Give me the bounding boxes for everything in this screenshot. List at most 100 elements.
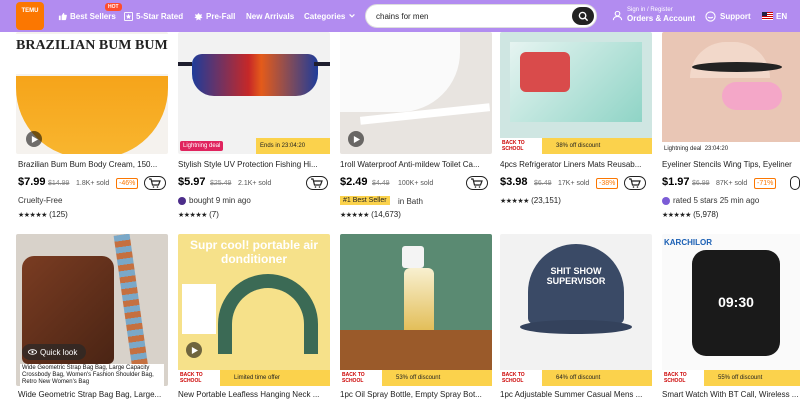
back-to-school-tag: BACK TO SCHOOL <box>500 138 542 154</box>
language-selector[interactable]: EN <box>762 0 787 32</box>
cart-icon <box>471 178 483 188</box>
add-to-cart-button[interactable] <box>624 176 646 190</box>
product-price: $2.49 <box>340 176 368 188</box>
product-image[interactable]: Supr cool! portable air donditioner <box>178 234 330 386</box>
temu-logo[interactable]: TEMU <box>16 2 44 30</box>
avatar <box>178 196 186 205</box>
lightning-deal-badge: Lightning deal <box>180 141 224 151</box>
nav-pre-fall[interactable]: Pre-Fall <box>194 0 235 32</box>
product-price: $1.97 <box>662 176 690 188</box>
product-card[interactable]: Lightning deal 23:04:20 Eyeliner Stencil… <box>662 32 800 227</box>
cart-button-partial[interactable] <box>790 176 800 190</box>
product-card[interactable]: Supr cool! portable air donditioner BACK… <box>178 234 330 400</box>
avatar <box>662 196 670 205</box>
add-to-cart-button[interactable] <box>466 176 488 190</box>
product-title[interactable]: Stylish Style UV Protection Fishing Hi..… <box>178 160 330 169</box>
original-price: $4.49 <box>372 180 390 187</box>
support-link[interactable]: Support <box>705 0 751 32</box>
best-seller-badge: #1 Best Seller <box>340 196 390 205</box>
nav-five-star[interactable]: 5-Star Rated <box>124 0 183 32</box>
original-price: $6.49 <box>534 180 552 187</box>
product-card[interactable]: BACK TO SCHOOL 53% off discount 1pc Oil … <box>340 234 492 400</box>
deal-banner: BACK TO SCHOOL 64% off discount <box>500 370 652 386</box>
deal-banner: BACK TO SCHOOL Limited time offer <box>178 370 330 386</box>
product-title[interactable]: 1pc Adjustable Summer Casual Mens ... <box>500 390 652 399</box>
top-header: TEMU Best Sellers HOT 5-Star Rated Pre-F… <box>0 0 800 32</box>
discount-badge: -46% <box>116 178 139 189</box>
product-image[interactable] <box>500 32 652 154</box>
thumbs-up-icon <box>58 12 67 20</box>
quick-look-overlay: Wide Geometric Strap Bag Bag, Large Capa… <box>20 364 164 386</box>
product-title[interactable]: Brazilian Bum Bum Body Cream, 150... <box>18 160 170 169</box>
cart-icon <box>629 178 641 188</box>
product-title[interactable]: New Portable Leafless Hanging Neck ... <box>178 390 330 399</box>
cart-icon <box>149 178 161 188</box>
back-to-school-tag: BACK TO SCHOOL <box>662 370 704 386</box>
product-title[interactable]: Smart Watch With BT Call, Wireless ... <box>662 390 800 399</box>
quick-look-button[interactable]: Quick look <box>22 344 86 360</box>
product-image[interactable] <box>340 234 492 386</box>
product-card[interactable]: BACK TO SCHOOL 38% off discount 4pcs Ref… <box>500 32 652 227</box>
product-card[interactable]: KARCHILOR 09:30 BACK TO SCHOOL 55% off d… <box>662 234 800 400</box>
add-to-cart-button[interactable] <box>306 176 328 190</box>
hot-badge: HOT <box>105 3 122 11</box>
product-card[interactable]: 1roll Waterproof Anti-mildew Toilet Ca..… <box>340 32 492 227</box>
deal-banner: BACK TO SCHOOL 53% off discount <box>340 370 492 386</box>
lightning-deal-banner: Lightning deal 23:04:20 <box>662 142 800 156</box>
search-input[interactable] <box>376 9 566 24</box>
original-price: $6.99 <box>692 180 710 187</box>
product-image[interactable] <box>340 32 492 154</box>
deal-banner: BACK TO SCHOOL 38% off discount <box>500 138 652 154</box>
product-subtext: in Bath <box>398 197 423 206</box>
back-to-school-tag: BACK TO SCHOOL <box>340 370 382 386</box>
cart-icon <box>311 178 323 188</box>
product-title[interactable]: 4pcs Refrigerator Liners Mats Reusab... <box>500 160 652 169</box>
product-subtext: rated 5 stars 25 min ago <box>662 196 759 205</box>
nav-categories[interactable]: Categories <box>304 0 356 32</box>
support-icon <box>705 10 716 22</box>
product-image[interactable] <box>178 32 330 154</box>
product-subtext: Cruelty-Free <box>18 196 63 205</box>
star-icon <box>124 11 133 21</box>
sold-count: 2.1K+ sold <box>238 180 272 187</box>
product-image[interactable] <box>662 32 800 154</box>
eye-icon <box>28 349 37 355</box>
product-title[interactable]: 1pc Oil Spray Bottle, Empty Spray Bot... <box>340 390 492 399</box>
product-price: $7.99 <box>18 176 46 188</box>
original-price: $14.99 <box>48 180 70 187</box>
discount-badge: -71% <box>754 178 777 189</box>
product-subtext: bought 9 min ago <box>178 196 251 205</box>
discount-badge: -38% <box>596 178 619 189</box>
product-image[interactable]: KARCHILOR 09:30 <box>662 234 800 386</box>
back-to-school-tag: BACK TO SCHOOL <box>500 370 542 386</box>
add-to-cart-button[interactable] <box>144 176 166 190</box>
product-card[interactable]: SHIT SHOW SUPERVISOR BACK TO SCHOOL 64% … <box>500 234 652 400</box>
product-rating: ★★★★★ (125) <box>18 210 68 219</box>
product-title[interactable]: 1roll Waterproof Anti-mildew Toilet Ca..… <box>340 160 492 169</box>
product-image[interactable]: BRAZILIAN BUM BUM CREAM <box>16 32 168 154</box>
search-bar[interactable] <box>365 4 597 28</box>
product-price: $5.97 <box>178 176 206 188</box>
us-flag-icon <box>762 12 773 20</box>
leaf-icon <box>194 12 203 21</box>
account-menu[interactable]: Sign in / Register Orders & Account <box>612 6 695 24</box>
product-card[interactable]: Quick look Wide Geometric Strap Bag Bag,… <box>16 234 168 400</box>
product-rating: ★★★★★ (23,151) <box>500 196 561 205</box>
play-icon[interactable] <box>186 342 202 358</box>
original-price: $25.49 <box>210 180 232 187</box>
play-icon[interactable] <box>26 131 42 147</box>
deal-banner: BACK TO SCHOOL 55% off discount <box>662 370 800 386</box>
nav-new-arrivals[interactable]: New Arrivals <box>246 0 294 32</box>
product-card[interactable]: Lightning deal Ends in 23:04:20 Stylish … <box>178 32 330 227</box>
product-title[interactable]: Eyeliner Stencils Wing Tips, Eyeliner <box>662 160 800 169</box>
product-image[interactable]: SHIT SHOW SUPERVISOR <box>500 234 652 386</box>
play-icon[interactable] <box>348 131 364 147</box>
product-image[interactable]: Quick look Wide Geometric Strap Bag Bag,… <box>16 234 168 386</box>
sold-count: 17K+ sold <box>558 180 590 187</box>
product-title[interactable]: Wide Geometric Strap Bag Bag, Large... <box>18 390 170 399</box>
product-price: $3.98 <box>500 176 528 188</box>
user-icon <box>612 10 623 20</box>
product-card[interactable]: BRAZILIAN BUM BUM CREAM Brazilian Bum Bu… <box>16 32 168 227</box>
product-rating: ★★★★★ (14,673) <box>340 210 401 219</box>
search-button[interactable] <box>572 7 594 25</box>
